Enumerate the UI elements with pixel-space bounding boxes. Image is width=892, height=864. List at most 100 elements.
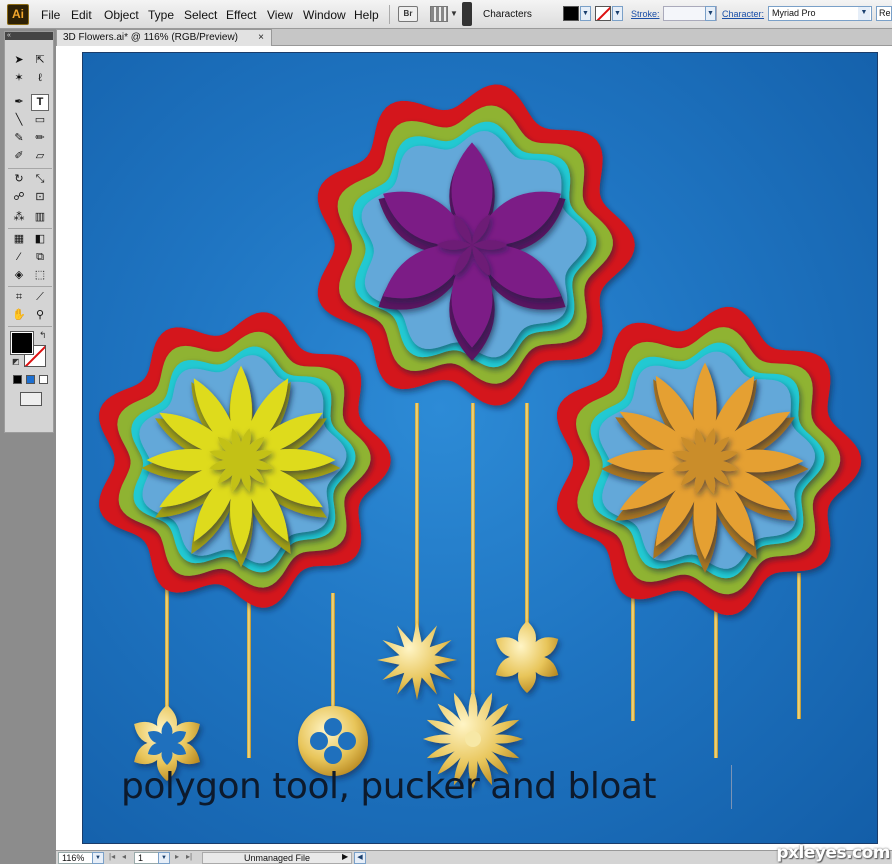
artboard[interactable]: polygon tool, pucker and bloat bbox=[82, 52, 878, 844]
purple-flower bbox=[317, 84, 635, 406]
gradient-mode-icon[interactable] bbox=[26, 375, 35, 384]
menu-select[interactable]: Select bbox=[184, 8, 217, 22]
status-bar: 116% ▼ |◂ ◂ 1 ▼ ▸ ▸| Unmanaged File ▶ ◀ bbox=[56, 850, 892, 864]
bridge-button[interactable]: Br bbox=[398, 6, 418, 22]
stem bbox=[415, 403, 419, 633]
menu-bar: Ai File Edit Object Type Select Effect V… bbox=[0, 0, 892, 29]
lasso-icon[interactable]: ℓ bbox=[31, 70, 49, 87]
chevron-down-icon[interactable]: ▼ bbox=[450, 9, 458, 18]
toolbar-separator bbox=[389, 5, 390, 24]
paintbrush-icon[interactable]: ✎ bbox=[10, 130, 28, 147]
ornaments-group bbox=[134, 620, 559, 789]
zoom-dropdown-icon[interactable]: ▼ bbox=[92, 852, 104, 864]
tools-divider bbox=[8, 326, 52, 327]
artboard-dropdown-icon[interactable]: ▼ bbox=[158, 852, 170, 864]
line-icon[interactable]: ╲ bbox=[10, 112, 28, 129]
gradient-icon[interactable]: ◧ bbox=[31, 231, 49, 248]
default-colors-icon[interactable]: ◩ bbox=[12, 357, 20, 366]
menu-window[interactable]: Window bbox=[303, 8, 346, 22]
flower-artwork bbox=[99, 84, 862, 789]
rotate-icon[interactable]: ↻ bbox=[10, 171, 28, 188]
stem bbox=[714, 593, 718, 758]
free-transform-icon[interactable]: ⊡ bbox=[31, 189, 49, 206]
font-dropdown-icon[interactable]: ▼ bbox=[858, 7, 870, 20]
first-artboard-icon[interactable]: |◂ bbox=[109, 852, 115, 861]
hand-icon[interactable]: ✋ bbox=[10, 307, 28, 324]
status-back-icon[interactable]: ◀ bbox=[354, 852, 366, 864]
direct-selection-icon[interactable]: ⇱ bbox=[31, 52, 49, 69]
magic-wand-icon[interactable]: ✶ bbox=[10, 70, 28, 87]
eyedropper-icon[interactable]: ⁄ bbox=[10, 249, 28, 266]
stroke-color-swatch[interactable] bbox=[595, 6, 611, 21]
menu-effect[interactable]: Effect bbox=[226, 8, 256, 22]
tools-divider bbox=[8, 228, 52, 229]
menu-help[interactable]: Help bbox=[354, 8, 379, 22]
stroke-dropdown-icon[interactable]: ▼ bbox=[612, 6, 623, 21]
tools-panel: « ➤ ⇱ ✶ ℓ ✒ T ╲ ▭ ✎ ✏ ✐ ▱ ↻ ⤡ ☍ ⊡ ⁂ ▥ ▦ … bbox=[0, 29, 56, 864]
tools-divider bbox=[8, 286, 52, 287]
font-style-field[interactable]: Re bbox=[876, 6, 892, 21]
arrange-documents-icon[interactable] bbox=[430, 6, 448, 22]
control-panel-grip[interactable] bbox=[462, 2, 472, 26]
flowers-group bbox=[99, 84, 862, 616]
tools-panel-collapse[interactable]: « bbox=[5, 32, 53, 40]
document-tab[interactable]: 3D Flowers.ai* @ 116% (RGB/Preview) × bbox=[56, 29, 272, 46]
artboard-icon[interactable]: ⌗ bbox=[10, 289, 28, 306]
menu-type[interactable]: Type bbox=[148, 8, 174, 22]
none-mode-icon[interactable] bbox=[39, 375, 48, 384]
tab-strip bbox=[272, 29, 892, 46]
menu-view[interactable]: View bbox=[267, 8, 293, 22]
slice-icon[interactable]: ⟋ bbox=[31, 289, 49, 306]
warp-icon[interactable]: ☍ bbox=[10, 189, 28, 206]
caption-text[interactable]: polygon tool, pucker and bloat bbox=[121, 766, 657, 807]
document-tab-title: 3D Flowers.ai* @ 116% (RGB/Preview) bbox=[63, 32, 239, 43]
eraser-icon[interactable]: ▱ bbox=[31, 148, 49, 165]
stem bbox=[631, 593, 635, 721]
quatrefoil-ornament-hole bbox=[310, 732, 328, 750]
menu-file[interactable]: File bbox=[41, 8, 60, 22]
flower-ornament bbox=[495, 621, 559, 693]
live-paint-icon[interactable]: ◈ bbox=[10, 267, 28, 284]
pencil-icon[interactable]: ✏ bbox=[31, 130, 49, 147]
scale-icon[interactable]: ⤡ bbox=[31, 171, 49, 188]
illustrator-window: Ai File Edit Object Type Select Effect V… bbox=[0, 0, 892, 864]
fill-dropdown-icon[interactable]: ▼ bbox=[580, 6, 591, 21]
stroke-panel-link[interactable]: Stroke: bbox=[631, 9, 660, 19]
quatrefoil-ornament-hole bbox=[324, 746, 342, 764]
daisy-ornament-center bbox=[465, 731, 481, 747]
selection-icon[interactable]: ➤ bbox=[10, 52, 28, 69]
type-icon[interactable]: T bbox=[31, 94, 49, 111]
rectangle-icon[interactable]: ▭ bbox=[31, 112, 49, 129]
character-panel-link[interactable]: Character: bbox=[722, 9, 764, 19]
symbol-sprayer-icon[interactable]: ⁂ bbox=[10, 209, 28, 226]
watermark: pxleyes.com bbox=[776, 843, 890, 863]
stroke-weight-dropdown-icon[interactable]: ▼ bbox=[705, 6, 716, 21]
menu-edit[interactable]: Edit bbox=[71, 8, 92, 22]
fill-swatch[interactable] bbox=[10, 331, 34, 355]
pen-icon[interactable]: ✒ bbox=[10, 94, 28, 111]
last-artboard-icon[interactable]: ▸| bbox=[186, 852, 192, 861]
file-status[interactable]: Unmanaged File bbox=[202, 852, 352, 864]
fill-color-swatch[interactable] bbox=[563, 6, 579, 21]
zoom-icon[interactable]: ⚲ bbox=[31, 307, 49, 324]
close-icon[interactable]: × bbox=[258, 30, 264, 46]
screen-mode-icon[interactable] bbox=[20, 392, 42, 406]
tools-divider bbox=[8, 168, 52, 169]
blob-brush-icon[interactable]: ✐ bbox=[10, 148, 28, 165]
tools-panel-body: « ➤ ⇱ ✶ ℓ ✒ T ╲ ▭ ✎ ✏ ✐ ▱ ↻ ⤡ ☍ ⊡ ⁂ ▥ ▦ … bbox=[4, 31, 54, 433]
document-canvas[interactable]: polygon tool, pucker and bloat bbox=[56, 46, 892, 850]
blend-icon[interactable]: ⧉ bbox=[31, 249, 49, 266]
graph-icon[interactable]: ▥ bbox=[31, 209, 49, 226]
live-paint-select-icon[interactable]: ⬚ bbox=[31, 267, 49, 284]
swap-colors-icon[interactable]: ↰ bbox=[39, 330, 47, 341]
prev-artboard-icon[interactable]: ◂ bbox=[122, 852, 126, 861]
mesh-icon[interactable]: ▦ bbox=[10, 231, 28, 248]
stem bbox=[247, 593, 251, 758]
play-icon[interactable]: ▶ bbox=[342, 852, 348, 861]
stem bbox=[331, 593, 335, 713]
font-family-field[interactable]: Myriad Pro bbox=[768, 6, 872, 21]
zoom-field[interactable]: 116% bbox=[58, 852, 94, 864]
menu-object[interactable]: Object bbox=[104, 8, 139, 22]
next-artboard-icon[interactable]: ▸ bbox=[175, 852, 179, 861]
color-mode-icon[interactable] bbox=[13, 375, 22, 384]
